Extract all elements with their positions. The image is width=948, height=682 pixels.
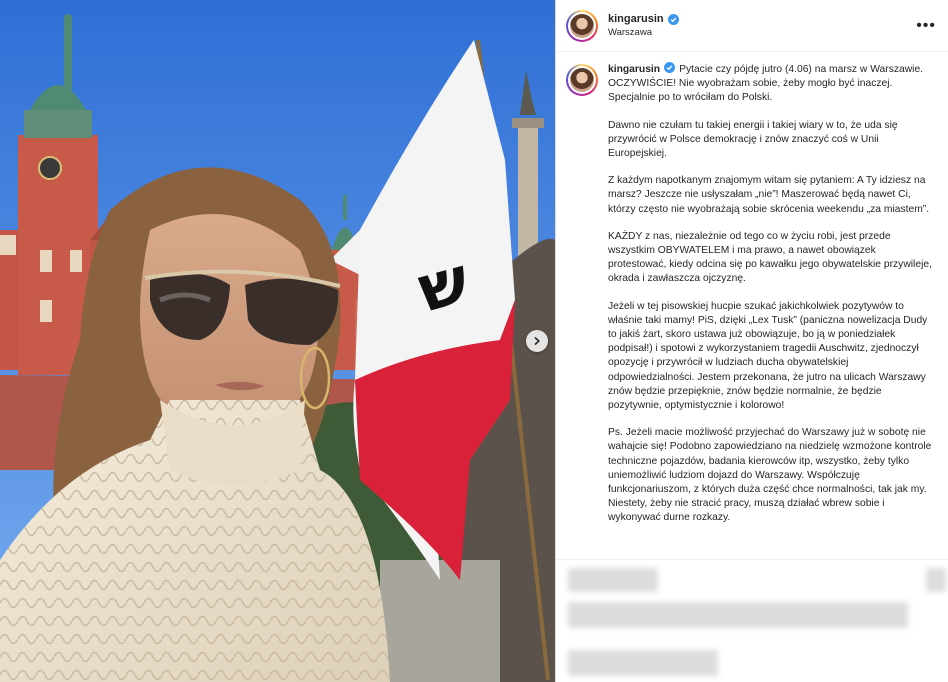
chevron-right-icon bbox=[534, 336, 540, 346]
location-link[interactable]: Warszawa bbox=[608, 27, 679, 38]
verified-badge-icon bbox=[664, 62, 676, 73]
post-photo[interactable]: ש bbox=[0, 0, 555, 682]
caption-username-link[interactable]: kingarusin bbox=[608, 64, 660, 75]
verified-badge-icon bbox=[667, 13, 679, 25]
more-options-icon[interactable]: ••• bbox=[916, 17, 936, 34]
photo-illustration: ש bbox=[0, 0, 555, 682]
username-link[interactable]: kingarusin bbox=[608, 13, 664, 25]
post-side-panel: kingarusin Warszawa ••• kingarusin Pytaci… bbox=[555, 0, 948, 682]
caption-avatar[interactable] bbox=[566, 64, 598, 96]
blurred-comments bbox=[556, 559, 948, 682]
caption-paragraph: Dawno nie czułam tu takiej energii i tak… bbox=[608, 119, 898, 160]
caption-paragraph: Jeżeli w tej pisowskiej hucpie szukać ja… bbox=[608, 300, 928, 412]
instagram-post-view: ש kingarusin Warszawa ••• kingarusin Pyt… bbox=[0, 0, 948, 682]
caption-paragraph: Ps. Jeżeli macie możliwość przyjechać do… bbox=[608, 427, 932, 524]
post-caption: kingarusin Pytacie czy pójdę jutro (4.06)… bbox=[556, 52, 948, 559]
caption-paragraph: Z każdym napotkanym znajomym witam się p… bbox=[608, 175, 930, 215]
post-header: kingarusin Warszawa ••• bbox=[556, 0, 948, 52]
next-slide-button[interactable] bbox=[526, 330, 548, 352]
avatar[interactable] bbox=[566, 9, 598, 42]
caption-paragraph: KAŻDY z nas, niezależnie od tego co w ży… bbox=[608, 230, 932, 285]
caption-paragraph: kingarusin Pytacie czy pójdę jutro (4.06)… bbox=[608, 62, 936, 106]
